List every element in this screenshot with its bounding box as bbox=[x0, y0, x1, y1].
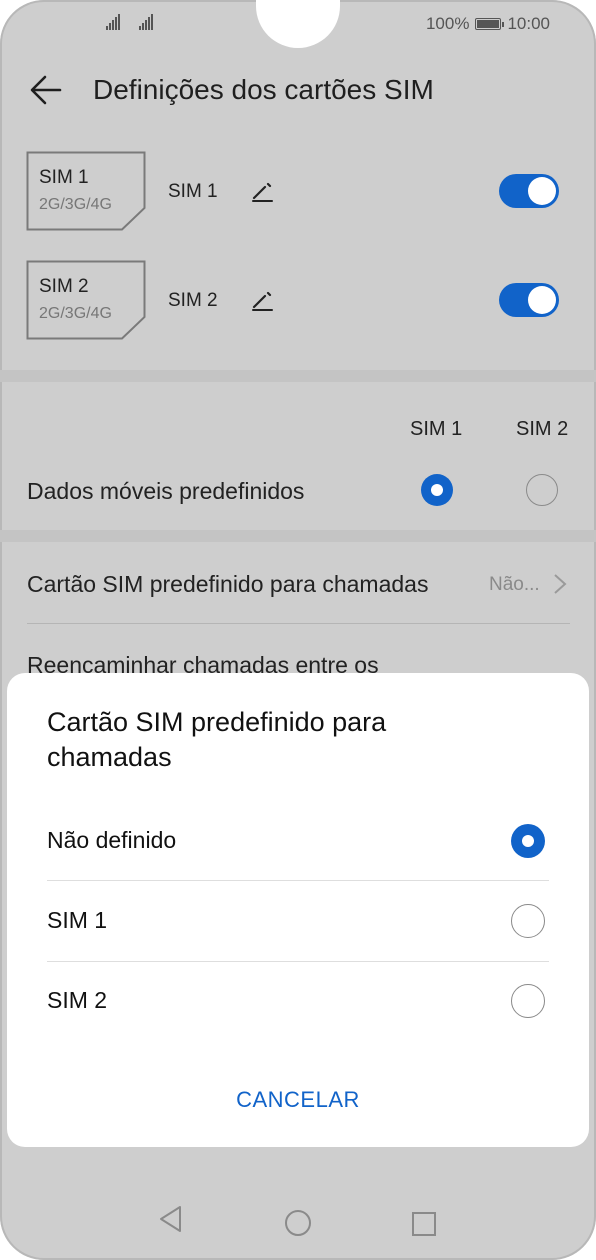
nav-back-icon[interactable] bbox=[157, 1204, 183, 1239]
option-label: SIM 1 bbox=[47, 907, 108, 933]
back-arrow-icon[interactable] bbox=[28, 72, 64, 108]
sim2-card-label: SIM 2 bbox=[39, 276, 89, 297]
nav-home-icon[interactable] bbox=[284, 1209, 312, 1242]
clock: 10:00 bbox=[507, 14, 550, 33]
dialog-option-not-defined[interactable]: Não definido bbox=[47, 801, 549, 881]
mobile-data-label: Dados móveis predefinidos bbox=[27, 478, 305, 504]
sim2-edit-icon[interactable] bbox=[250, 289, 274, 313]
default-calls-dialog: Cartão SIM predefinido para chamadas Não… bbox=[7, 673, 589, 1147]
mobile-data-sim1-radio[interactable] bbox=[421, 474, 453, 506]
dialog-title: Cartão SIM predefinido para chamadas bbox=[47, 707, 387, 772]
column-sim2: SIM 2 bbox=[516, 418, 569, 440]
chevron-right-icon bbox=[553, 573, 567, 595]
sim1-name: SIM 1 bbox=[168, 181, 218, 202]
default-calls-label[interactable]: Cartão SIM predefinido para chamadas bbox=[27, 571, 428, 598]
row-divider bbox=[27, 623, 570, 624]
dialog-option-sim2[interactable]: SIM 2 bbox=[47, 961, 549, 1041]
signal-2-icon bbox=[139, 14, 153, 30]
phone-screen: 100% 10:00 Definições dos cartões SIM SI… bbox=[0, 0, 596, 1260]
sim1-card-label: SIM 1 bbox=[39, 167, 89, 188]
section-divider bbox=[0, 370, 596, 382]
sim1-card-tech: 2G/3G/4G bbox=[39, 196, 112, 213]
sim1-card-icon: SIM 1 2G/3G/4G bbox=[26, 151, 146, 231]
option-radio[interactable] bbox=[511, 904, 545, 938]
sim1-edit-icon[interactable] bbox=[250, 180, 274, 204]
section-divider-2 bbox=[0, 530, 596, 542]
cancel-button[interactable]: CANCELAR bbox=[7, 1087, 589, 1113]
signal-1-icon bbox=[106, 14, 120, 30]
status-right: 100% 10:00 bbox=[426, 14, 550, 34]
dialog-option-sim1[interactable]: SIM 1 bbox=[47, 881, 549, 961]
option-radio-selected[interactable] bbox=[511, 824, 545, 858]
column-sim1: SIM 1 bbox=[410, 418, 463, 440]
camera-notch bbox=[256, 0, 340, 48]
option-radio[interactable] bbox=[511, 984, 545, 1018]
battery-percent: 100% bbox=[425, 14, 470, 33]
sim1-toggle[interactable] bbox=[499, 174, 559, 208]
sim2-name: SIM 2 bbox=[168, 290, 218, 311]
page-title: Definições dos cartões SIM bbox=[93, 74, 434, 105]
option-label: Não definido bbox=[47, 827, 177, 853]
mobile-data-sim2-radio[interactable] bbox=[526, 474, 558, 506]
nav-recents-icon[interactable] bbox=[411, 1211, 437, 1242]
sim2-card-tech: 2G/3G/4G bbox=[39, 305, 112, 322]
sim2-card-icon: SIM 2 2G/3G/4G bbox=[26, 260, 146, 340]
option-label: SIM 2 bbox=[47, 987, 108, 1013]
battery-icon bbox=[475, 18, 505, 30]
sim2-toggle[interactable] bbox=[499, 283, 559, 317]
default-calls-value: Não... bbox=[489, 574, 540, 595]
